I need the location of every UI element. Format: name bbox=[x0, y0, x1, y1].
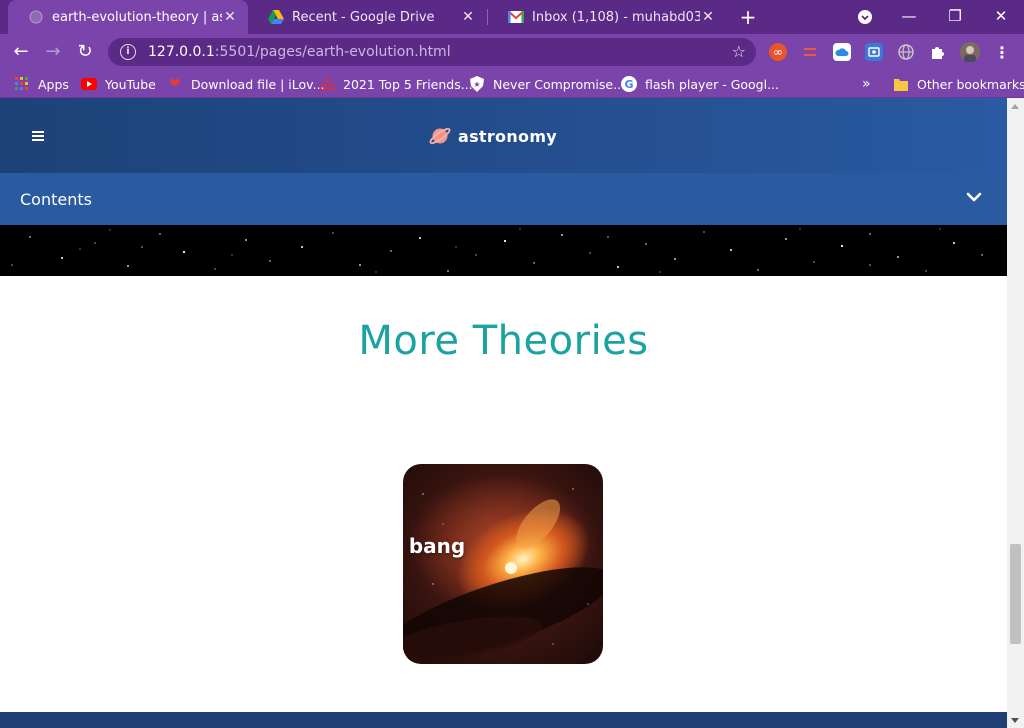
forward-arrow-icon[interactable]: → bbox=[40, 39, 66, 65]
reload-icon[interactable]: ↻ bbox=[72, 39, 98, 65]
bookmark-never-compromise[interactable]: ★ Never Compromise... bbox=[469, 74, 625, 94]
url-text[interactable]: 127.0.0.1:5501/pages/earth-evolution.htm… bbox=[148, 44, 451, 60]
tab-title: Recent - Google Drive bbox=[292, 9, 435, 25]
bookmark-youtube[interactable]: YouTube bbox=[81, 74, 156, 94]
bookmark-top-friends[interactable]: 2021 Top 5 Friends... bbox=[319, 74, 473, 94]
restore-icon[interactable]: ❐ bbox=[932, 0, 978, 34]
section-title: More Theories bbox=[358, 318, 649, 364]
theory-card[interactable]: j bang bbox=[403, 464, 603, 664]
planet-logo-icon bbox=[429, 128, 451, 144]
address-bar[interactable]: i 127.0.0.1:5501/pages/earth-evolution.h… bbox=[108, 38, 756, 66]
bookmark-apps[interactable]: Apps bbox=[14, 74, 69, 94]
url-path: :5501/pages/earth-evolution.html bbox=[214, 44, 451, 60]
gmail-icon bbox=[508, 9, 524, 25]
url-host: 127.0.0.1 bbox=[148, 44, 215, 60]
menu-kebab-icon[interactable]: ⋮ bbox=[993, 43, 1011, 62]
bookmark-label: Never Compromise... bbox=[493, 76, 626, 92]
extension-infinity-icon[interactable]: ∞ bbox=[769, 43, 787, 61]
tab-earth-evolution[interactable]: earth-evolution-theory | astronom ✕ bbox=[8, 0, 248, 34]
minimize-icon[interactable]: — bbox=[886, 0, 932, 34]
bookmark-label: flash player - Googl... bbox=[645, 76, 780, 92]
shield-star-icon: ★ bbox=[469, 76, 485, 92]
back-arrow-icon[interactable]: ← bbox=[8, 39, 34, 65]
extension-lines-icon[interactable] bbox=[801, 43, 819, 61]
big-bang-nebula-image bbox=[403, 464, 603, 664]
more-bookmarks-chevron[interactable]: » bbox=[862, 74, 871, 94]
page-scrollbar[interactable] bbox=[1007, 98, 1024, 728]
bookmark-label: Download file | iLov... bbox=[191, 76, 325, 92]
google-drive-icon bbox=[268, 9, 284, 25]
globe-icon bbox=[28, 9, 44, 25]
bookmark-other-bookmarks[interactable]: Other bookmarks bbox=[893, 74, 1024, 94]
svg-text:G: G bbox=[624, 78, 633, 91]
stars-image bbox=[11, 228, 983, 273]
bookmarks-bar: Apps YouTube ❤ Download file | iLov... 2… bbox=[0, 70, 1024, 98]
bookmark-download-file[interactable]: ❤ Download file | iLov... bbox=[167, 74, 325, 94]
hamburger-menu-icon[interactable] bbox=[32, 131, 44, 141]
bookmark-star-icon[interactable]: ☆ bbox=[732, 42, 746, 61]
svg-text:★: ★ bbox=[473, 80, 480, 89]
scrollbar-thumb[interactable] bbox=[1010, 544, 1021, 644]
scroll-down-arrow-icon[interactable] bbox=[1011, 718, 1019, 723]
youtube-icon bbox=[81, 76, 97, 92]
card-caption: j bang bbox=[403, 534, 466, 558]
close-tab-icon[interactable]: ✕ bbox=[222, 9, 238, 25]
contents-label: Contents bbox=[20, 189, 92, 209]
browser-tab-strip: earth-evolution-theory | astronom ✕ Rece… bbox=[0, 0, 1024, 34]
site-header: astronomy bbox=[0, 98, 1007, 173]
bookmark-label: Other bookmarks bbox=[917, 76, 1024, 92]
profile-avatar[interactable] bbox=[960, 42, 980, 62]
close-tab-icon[interactable]: ✕ bbox=[460, 9, 476, 25]
scroll-up-arrow-icon[interactable] bbox=[1011, 104, 1019, 109]
contents-toggle[interactable]: Contents bbox=[0, 173, 1007, 225]
tab-google-drive[interactable]: Recent - Google Drive ✕ bbox=[248, 0, 486, 34]
extensions-puzzle-icon[interactable] bbox=[929, 43, 947, 61]
folder-icon bbox=[893, 76, 909, 92]
more-bookmarks-label: » bbox=[862, 76, 871, 92]
browser-toolbar: ← → ↻ i 127.0.0.1:5501/pages/earth-evolu… bbox=[0, 34, 1024, 70]
starfield-banner bbox=[0, 225, 1007, 276]
tab-title: earth-evolution-theory | astronom bbox=[52, 9, 222, 25]
tab-search-icon[interactable] bbox=[842, 0, 888, 34]
close-tab-icon[interactable]: ✕ bbox=[700, 9, 716, 25]
bicycle-icon bbox=[319, 76, 335, 92]
footer-top-edge bbox=[0, 712, 1007, 728]
extension-screen-icon[interactable] bbox=[865, 43, 883, 61]
apps-grid-icon bbox=[14, 76, 30, 92]
extension-globe-icon[interactable] bbox=[897, 43, 915, 61]
tab-gmail-inbox[interactable]: Inbox (1,108) - muhabd0336@gm ✕ bbox=[488, 0, 726, 34]
brand-name: astronomy bbox=[458, 126, 558, 146]
bookmark-label: YouTube bbox=[105, 76, 156, 92]
page-viewport: astronomy Contents More Theories bang bbox=[0, 98, 1007, 728]
heart-icon: ❤ bbox=[169, 76, 181, 92]
info-icon[interactable]: i bbox=[120, 44, 136, 60]
bookmark-label: Apps bbox=[38, 76, 69, 92]
google-icon: G bbox=[621, 76, 637, 92]
tab-title: Inbox (1,108) - muhabd0336@gm bbox=[532, 9, 700, 25]
bookmark-label: 2021 Top 5 Friends... bbox=[343, 76, 473, 92]
extension-cloud-icon[interactable] bbox=[833, 43, 851, 61]
bookmark-flash-player[interactable]: G flash player - Googl... bbox=[621, 74, 779, 94]
close-window-icon[interactable]: ✕ bbox=[978, 0, 1024, 34]
chevron-down-icon[interactable] bbox=[965, 191, 983, 203]
new-tab-plus-icon[interactable]: + bbox=[738, 5, 758, 29]
site-brand[interactable]: astronomy bbox=[428, 124, 557, 148]
